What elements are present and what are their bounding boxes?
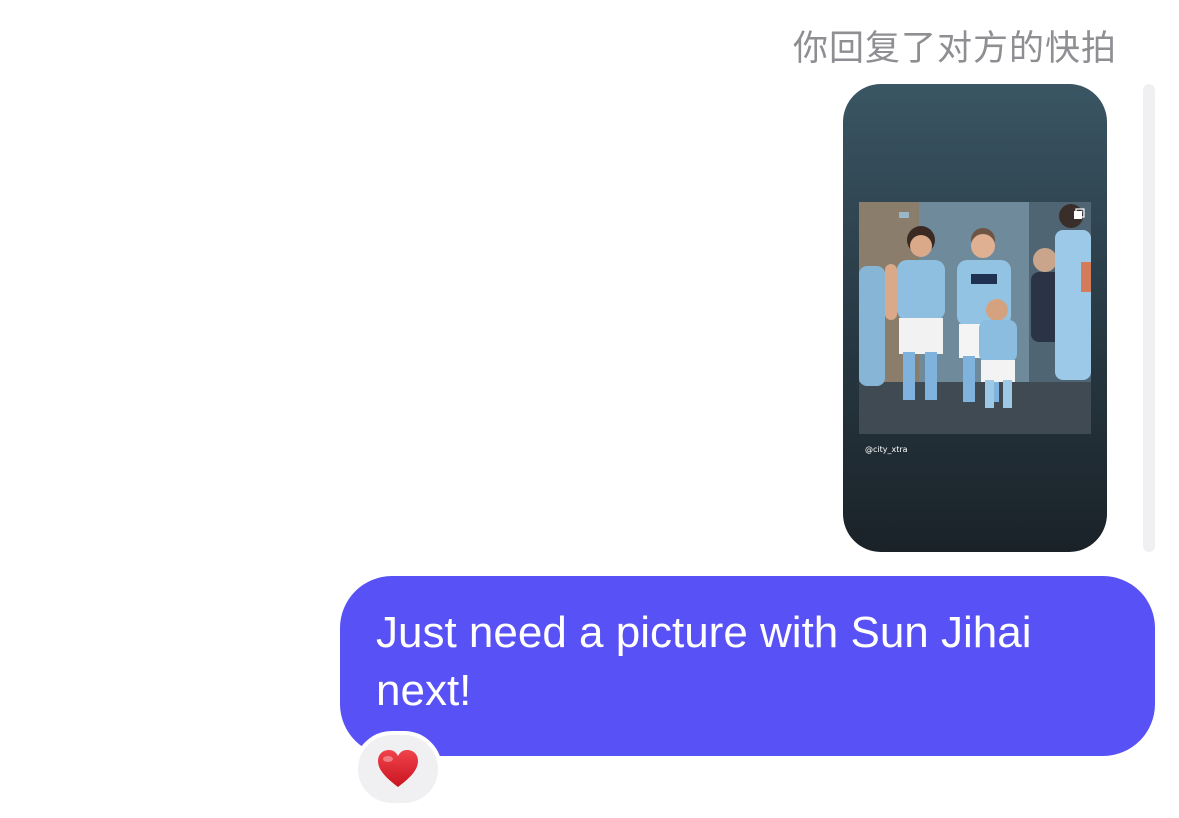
story-preview-card[interactable]: @city_xtra [843,84,1107,552]
red-heart-icon [378,750,418,787]
players-tunnel-image [859,202,1091,434]
multiple-photos-icon [1074,208,1085,219]
story-reply-caption: 你回复了对方的快拍 [792,29,1117,69]
message-text: Just need a picture with Sun Jihai next! [376,608,1032,715]
story-watermark: @city_xtra [865,445,908,454]
dm-thread: 你回复了对方的快拍 @city_xtra Just need a picture… [0,0,1179,818]
reply-quote-bar [1143,84,1155,552]
message-bubble[interactable]: Just need a picture with Sun Jihai next! [340,576,1155,756]
reaction-pill[interactable] [354,731,442,807]
story-photo [859,202,1091,434]
